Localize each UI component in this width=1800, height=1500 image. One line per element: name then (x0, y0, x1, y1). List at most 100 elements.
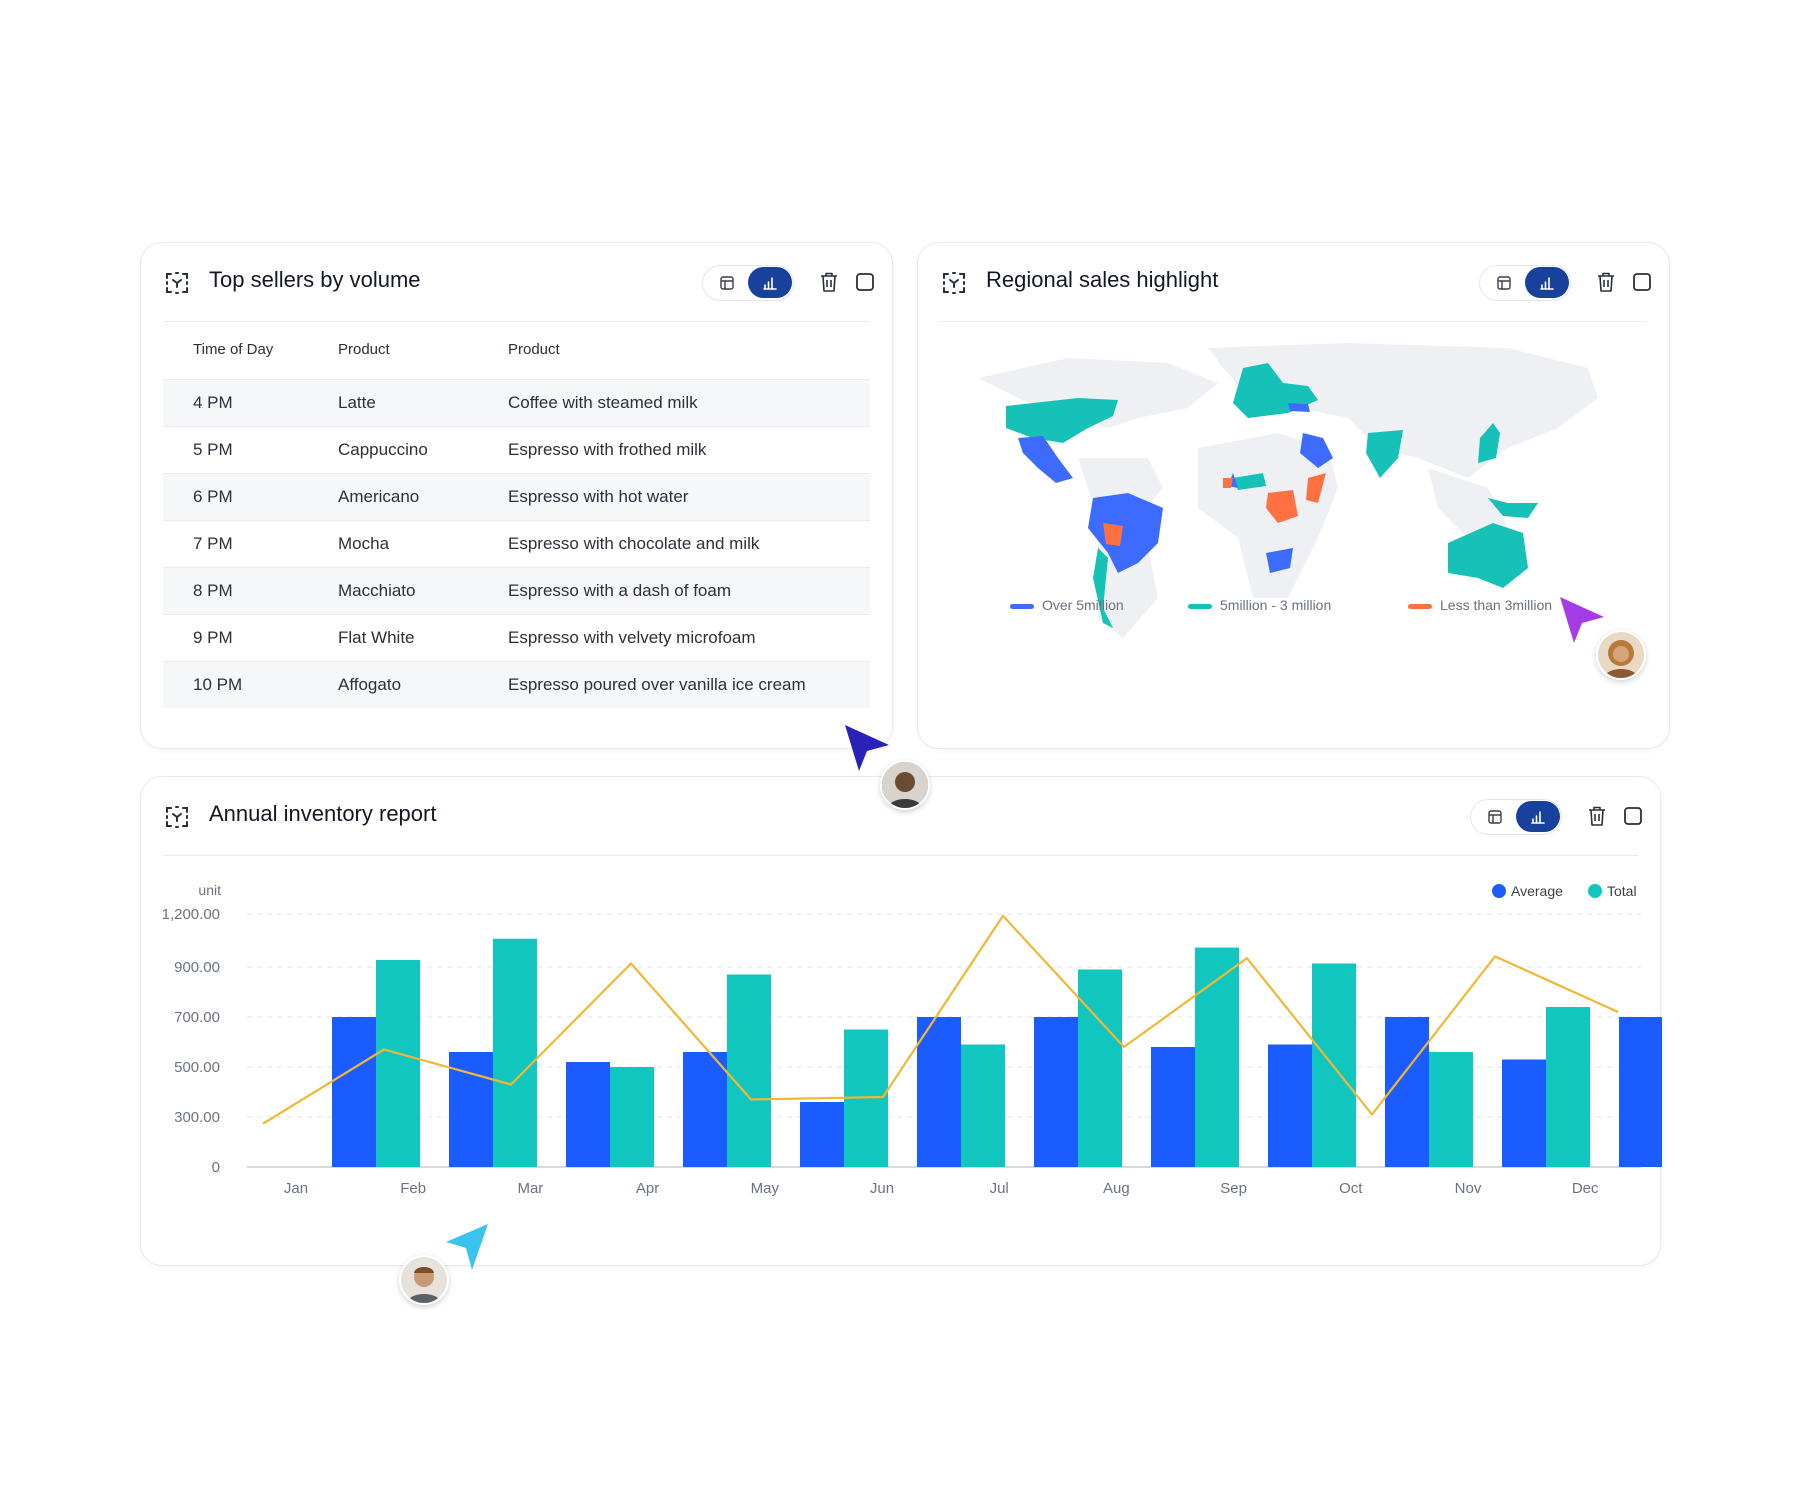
y-tick-label: 900.00 (174, 959, 220, 976)
table-row[interactable]: 9 PM Flat White Espresso with velvety mi… (163, 615, 870, 662)
bar-total (1078, 969, 1122, 1167)
y-tick-label: 1,200.00 (162, 906, 220, 923)
product-cell: Mocha (338, 534, 390, 553)
delete-button[interactable] (1593, 269, 1619, 295)
description-cell: Espresso with chocolate and milk (508, 534, 760, 553)
legend-label: Less than 3million (1440, 597, 1553, 613)
product-cell: Macchiato (338, 581, 416, 600)
select-checkbox[interactable] (1620, 803, 1646, 829)
time-cell: 10 PM (193, 675, 243, 694)
x-tick-label: Mar (517, 1180, 543, 1197)
y-tick-label: 300.00 (174, 1109, 220, 1126)
bar-total (376, 959, 420, 1167)
description-cell: Espresso with frothed milk (508, 440, 707, 459)
time-cell: 6 PM (193, 487, 233, 506)
view-toggle (702, 265, 794, 301)
legend-swatch (1010, 603, 1034, 609)
table-icon (1488, 809, 1502, 824)
table-row[interactable]: 6 PM Americano Espresso with hot water (163, 474, 870, 521)
y-tick-label: 0 (212, 1159, 220, 1176)
card-title: Top sellers by volume (209, 267, 421, 292)
cursor-pointer-icon (1560, 597, 1604, 643)
inventory-chart: unit 0 300.00 500.00 700.00 900.00 1,200.00 Jan… (162, 882, 1662, 1197)
bar-average (566, 1062, 610, 1167)
column-header: Time of Day (193, 341, 274, 358)
top-sellers-card: Top sellers by volume Time of Day Produc… (140, 242, 893, 749)
avatar (1596, 630, 1646, 680)
avatar (880, 760, 930, 810)
delete-button[interactable] (1584, 803, 1610, 829)
column-header: Product (338, 341, 390, 358)
world-map (978, 343, 1598, 638)
description-cell: Coffee with steamed milk (508, 393, 698, 412)
cursor-pointer-icon (845, 725, 889, 771)
bar-average (1502, 1059, 1546, 1167)
product-cell: Latte (338, 393, 376, 412)
bar-chart-icon (1540, 276, 1554, 290)
top-sellers-table: Time of Day Product Product 4 PM Latte C… (163, 321, 870, 708)
map-legend-item: Less than 3million (1408, 597, 1552, 613)
x-tick-label: Nov (1455, 1180, 1482, 1197)
table-view-button[interactable] (705, 267, 749, 298)
x-tick-label: Apr (636, 1180, 659, 1197)
y-tick-label: 700.00 (174, 1009, 220, 1026)
checkbox-icon (1624, 807, 1642, 825)
widget-icon (943, 272, 965, 294)
x-tick-label: Oct (1339, 1180, 1363, 1197)
bar-average (800, 1102, 844, 1167)
chart-view-button[interactable] (1516, 801, 1560, 832)
card-header: Regional sales highlight (940, 243, 1651, 322)
y-tick-label: 500.00 (174, 1059, 220, 1076)
view-toggle (1479, 265, 1571, 301)
product-cell: Affogato (338, 675, 402, 694)
select-checkbox[interactable] (1629, 269, 1655, 295)
table-view-button[interactable] (1473, 801, 1517, 832)
description-cell: Espresso poured over vanilla ice cream (508, 675, 806, 694)
avatar (399, 1255, 449, 1305)
map-legend-item: Over 5million (1010, 597, 1124, 613)
bar-total (610, 1067, 654, 1167)
table-row[interactable]: 5 PM Cappuccino Espresso with frothed mi… (163, 427, 870, 474)
table-row[interactable]: 4 PM Latte Coffee with steamed milk (163, 380, 870, 427)
card-title: Regional sales highlight (986, 267, 1219, 292)
table-view-button[interactable] (1482, 267, 1526, 298)
product-cell: Americano (338, 487, 420, 506)
legend-label: 5million - 3 million (1220, 597, 1332, 613)
bar-average (683, 1052, 727, 1167)
x-tick-label: Jan (284, 1180, 308, 1197)
chart-view-button[interactable] (1525, 267, 1569, 298)
bar-total (493, 938, 537, 1167)
bar-chart-icon (1531, 810, 1545, 824)
bar-average (1151, 1047, 1195, 1167)
delete-button[interactable] (816, 269, 842, 295)
time-cell: 5 PM (193, 440, 233, 459)
time-cell: 9 PM (193, 628, 233, 647)
table-icon (1497, 275, 1511, 290)
chart-view-button[interactable] (748, 267, 792, 298)
table-row[interactable]: 10 PM Affogato Espresso poured over vani… (163, 662, 870, 708)
bar-average (332, 1017, 376, 1167)
bar-average (1619, 1017, 1662, 1167)
x-tick-label: Dec (1572, 1180, 1599, 1197)
trash-icon (821, 272, 837, 292)
x-tick-label: May (751, 1180, 780, 1197)
time-cell: 8 PM (193, 581, 233, 600)
table-row[interactable]: 8 PM Macchiato Espresso with a dash of f… (163, 568, 870, 615)
time-cell: 7 PM (193, 534, 233, 553)
select-checkbox[interactable] (852, 269, 878, 295)
x-tick-label: Sep (1220, 1180, 1247, 1197)
y-axis-label: unit (198, 882, 221, 898)
legend-label: Average (1511, 883, 1563, 899)
map-legend-item: 5million - 3 million (1188, 597, 1331, 613)
table-row[interactable]: 7 PM Mocha Espresso with chocolate and m… (163, 521, 870, 568)
legend-dot (1492, 884, 1506, 898)
bar-average (1034, 1017, 1078, 1167)
x-tick-label: Feb (400, 1180, 426, 1197)
view-toggle (1470, 799, 1562, 835)
description-cell: Espresso with a dash of foam (508, 581, 732, 600)
legend-swatch (1188, 603, 1212, 609)
trash-icon (1598, 272, 1614, 292)
x-tick-label: Aug (1103, 1180, 1130, 1197)
product-cell: Cappuccino (338, 440, 428, 459)
card-title: Annual inventory report (209, 801, 437, 826)
